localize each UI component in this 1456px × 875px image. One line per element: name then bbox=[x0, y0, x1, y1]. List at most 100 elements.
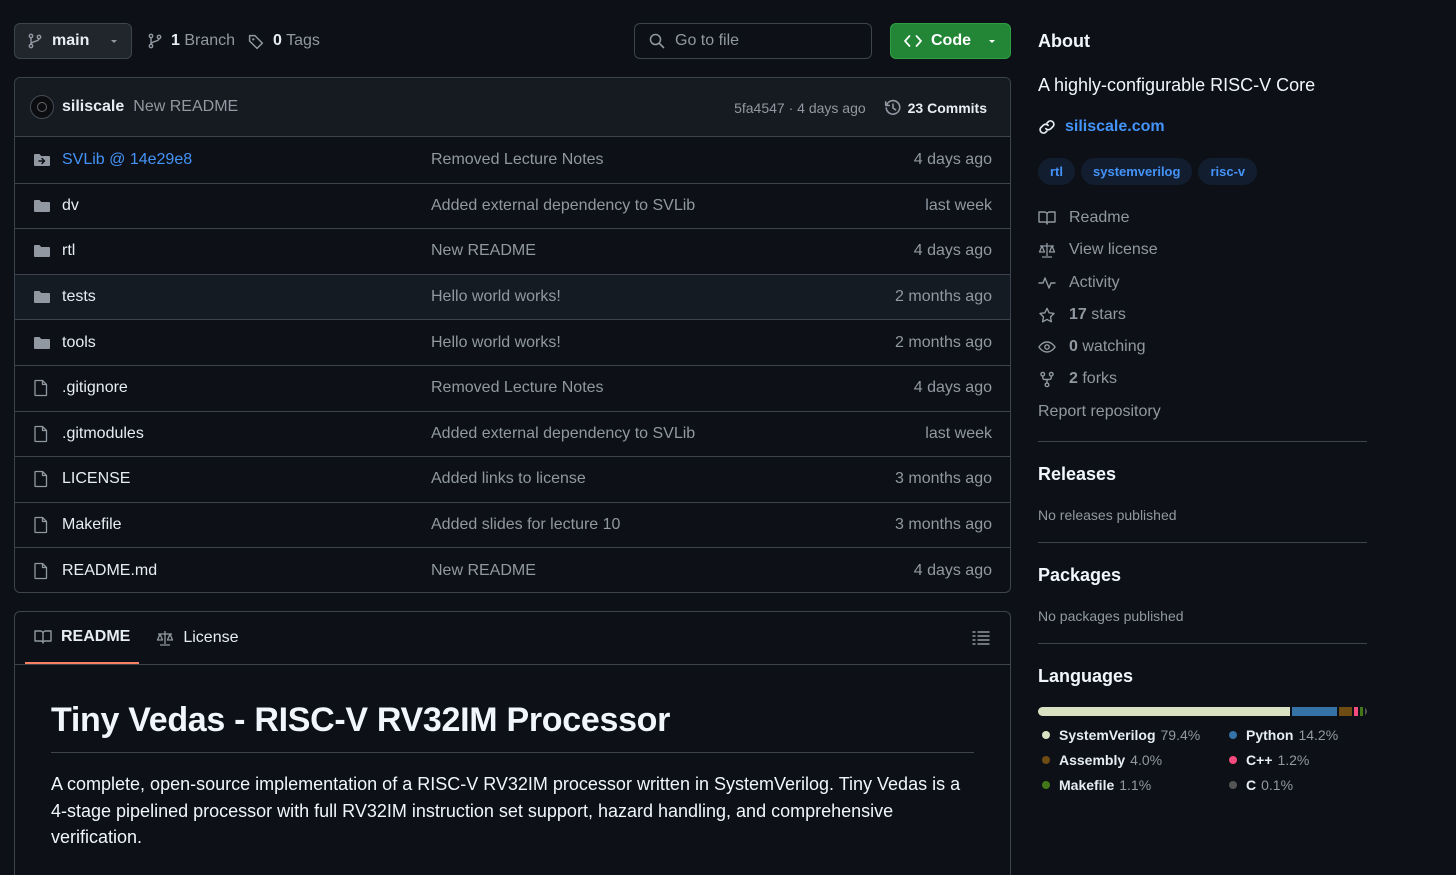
file-commit-message[interactable]: New README bbox=[431, 242, 536, 260]
file-name-link[interactable]: dv bbox=[62, 197, 79, 215]
file-row[interactable]: dv Added external dependency to SVLib last… bbox=[15, 182, 1010, 229]
folder-icon bbox=[34, 291, 50, 304]
scale-icon bbox=[157, 631, 174, 646]
language-item[interactable]: Makefile 1.1% bbox=[1042, 776, 1151, 794]
report-label: Report repository bbox=[1038, 403, 1161, 420]
code-button[interactable]: Code bbox=[890, 23, 1011, 59]
file-name-link[interactable]: LICENSE bbox=[62, 470, 130, 488]
stars-label: stars bbox=[1091, 306, 1126, 323]
language-item[interactable]: Python 14.2% bbox=[1229, 726, 1338, 744]
commits-link[interactable]: 23 Commits bbox=[884, 99, 987, 117]
language-color-dot bbox=[1229, 756, 1237, 764]
file-row[interactable]: README.md New README 4 days ago bbox=[15, 547, 1010, 592]
sidebar-item-stars[interactable]: 17 stars bbox=[1038, 304, 1126, 326]
file-name-link[interactable]: README.md bbox=[62, 562, 157, 580]
file-commit-message[interactable]: Added slides for lecture 10 bbox=[431, 516, 620, 534]
file-commit-date: last week bbox=[925, 424, 992, 442]
commit-author[interactable]: siliscale bbox=[62, 98, 124, 116]
commit-message[interactable]: New README bbox=[133, 98, 238, 116]
readme-panel: README License Tiny Vedas - RISC-V RV32I… bbox=[14, 611, 1011, 875]
sidebar-item-readme[interactable]: Readme bbox=[1038, 207, 1129, 229]
file-row[interactable]: LICENSE Added links to license 3 months ag… bbox=[15, 456, 1010, 502]
language-bar-segment[interactable] bbox=[1339, 707, 1352, 716]
file-row[interactable]: rtl New README 4 days ago bbox=[15, 228, 1010, 274]
language-bar-segment[interactable] bbox=[1291, 707, 1338, 716]
file-commit-message[interactable]: New README bbox=[431, 562, 536, 580]
branches-link[interactable]: 1 Branch bbox=[147, 23, 235, 59]
file-name-link[interactable]: rtl bbox=[62, 242, 75, 260]
go-to-file-input[interactable]: Go to file bbox=[634, 23, 872, 59]
tab-license[interactable]: License bbox=[147, 612, 247, 664]
language-percent: 1.1% bbox=[1119, 777, 1152, 793]
branch-selector[interactable]: main bbox=[14, 23, 132, 59]
file-commit-message[interactable]: Hello world works! bbox=[431, 288, 561, 306]
language-bar-segment[interactable] bbox=[1359, 707, 1363, 716]
language-bar-segment[interactable] bbox=[1353, 707, 1358, 716]
branch-count: 1 bbox=[171, 32, 180, 49]
scale-icon bbox=[1038, 243, 1056, 258]
file-row[interactable]: Makefile Added slides for lecture 10 3 mon… bbox=[15, 501, 1010, 548]
file-icon bbox=[34, 562, 48, 579]
language-item[interactable]: C 0.1% bbox=[1229, 776, 1293, 794]
watching-label: watching bbox=[1082, 338, 1146, 355]
sidebar-item-license[interactable]: View license bbox=[1038, 239, 1158, 261]
language-bar-segment[interactable] bbox=[1365, 707, 1367, 716]
readme-paragraph: A complete, open-source implementation o… bbox=[51, 774, 961, 847]
avatar[interactable] bbox=[30, 95, 54, 119]
releases-heading[interactable]: Releases bbox=[1038, 464, 1116, 485]
language-percent: 1.2% bbox=[1277, 752, 1310, 768]
file-name-link[interactable]: .gitignore bbox=[62, 379, 128, 397]
website-label: siliscale.com bbox=[1065, 118, 1165, 135]
outline-list-icon[interactable] bbox=[972, 630, 990, 646]
file-commit-message[interactable]: Removed Lecture Notes bbox=[431, 379, 604, 397]
file-name-link[interactable]: tools bbox=[62, 334, 96, 352]
language-item[interactable]: C++ 1.2% bbox=[1229, 751, 1309, 769]
topic-tag[interactable]: risc-v bbox=[1198, 158, 1258, 185]
file-name-link[interactable]: SVLib @ 14e29e8 bbox=[62, 151, 192, 169]
file-row[interactable]: .gitmodules Added external dependency to … bbox=[15, 410, 1010, 457]
book-icon bbox=[1038, 211, 1056, 225]
sidebar-item-forks[interactable]: 2 forks bbox=[1038, 368, 1117, 390]
file-icon bbox=[34, 425, 48, 443]
commit-sha-time[interactable]: 5fa4547 · 4 days ago bbox=[734, 100, 866, 116]
star-icon bbox=[1039, 307, 1055, 322]
language-color-dot bbox=[1042, 756, 1050, 764]
topic-tag[interactable]: rtl bbox=[1038, 158, 1075, 185]
language-bar-segment[interactable] bbox=[1038, 707, 1290, 716]
tag-label: Tags bbox=[286, 32, 320, 49]
file-name-link[interactable]: Makefile bbox=[62, 516, 122, 534]
file-name-link[interactable]: .gitmodules bbox=[62, 425, 144, 443]
file-commit-message[interactable]: Added external dependency to SVLib bbox=[431, 197, 695, 215]
tab-readme-label: README bbox=[61, 628, 131, 645]
tab-readme[interactable]: README bbox=[25, 612, 140, 664]
file-name-link[interactable]: tests bbox=[62, 288, 96, 306]
eye-icon bbox=[1038, 341, 1056, 353]
file-commit-message[interactable]: Added links to license bbox=[431, 470, 586, 488]
latest-commit-bar: siliscale New README 5fa4547 · 4 days ag… bbox=[15, 78, 1010, 137]
file-commit-date: 4 days ago bbox=[913, 242, 992, 260]
packages-heading[interactable]: Packages bbox=[1038, 565, 1121, 586]
code-label: Code bbox=[931, 32, 971, 49]
tags-link[interactable]: 0 Tags bbox=[248, 23, 320, 59]
report-repository-link[interactable]: Report repository bbox=[1038, 401, 1161, 423]
file-commit-date: 3 months ago bbox=[895, 516, 992, 534]
language-name: C bbox=[1246, 777, 1257, 793]
language-color-dot bbox=[1042, 731, 1050, 739]
file-row[interactable]: tools Hello world works! 2 months ago bbox=[15, 319, 1010, 365]
language-item[interactable]: SystemVerilog 79.4% bbox=[1042, 726, 1200, 744]
file-row[interactable]: tests Hello world works! 2 months ago bbox=[15, 273, 1010, 320]
sidebar-item-watching[interactable]: 0 watching bbox=[1038, 336, 1146, 358]
website-link[interactable]: siliscale.com bbox=[1038, 118, 1165, 136]
file-commit-message[interactable]: Added external dependency to SVLib bbox=[431, 425, 695, 443]
file-commit-message[interactable]: Removed Lecture Notes bbox=[431, 151, 604, 169]
search-icon bbox=[649, 33, 665, 49]
topic-tag[interactable]: systemverilog bbox=[1081, 158, 1193, 185]
search-placeholder: Go to file bbox=[675, 32, 740, 49]
file-row[interactable]: .gitignore Removed Lecture Notes 4 days ag… bbox=[15, 364, 1010, 411]
language-item[interactable]: Assembly 4.0% bbox=[1042, 751, 1162, 769]
file-commit-message[interactable]: Hello world works! bbox=[431, 334, 561, 352]
sidebar-item-label: Activity bbox=[1069, 274, 1120, 291]
link-icon bbox=[1039, 120, 1055, 134]
file-row[interactable]: SVLib @ 14e29e8 Removed Lecture Notes 4 da… bbox=[15, 137, 1010, 183]
sidebar-item-activity[interactable]: Activity bbox=[1038, 272, 1120, 294]
